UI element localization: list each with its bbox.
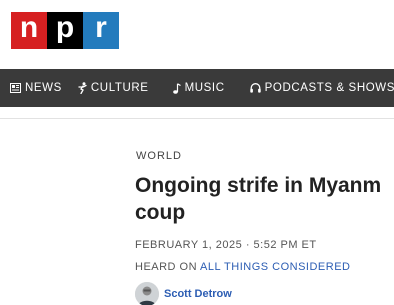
author-avatar[interactable] bbox=[135, 282, 159, 305]
heard-on-label: HEARD ON bbox=[135, 261, 198, 273]
logo-letter-p: p bbox=[47, 12, 83, 49]
article-headline: Ongoing strife in Myanm coup bbox=[135, 172, 394, 226]
heard-on: HEARD ON ALL THINGS CONSIDERED bbox=[135, 261, 351, 273]
main-nav: NEWS CULTURE MUSIC PODCASTS & SHOWS bbox=[0, 69, 394, 107]
music-icon bbox=[172, 82, 181, 94]
author-name[interactable]: Scott Detrow bbox=[164, 288, 232, 300]
header-divider bbox=[0, 118, 394, 119]
news-icon bbox=[10, 83, 21, 93]
person-icon bbox=[135, 282, 159, 305]
nav-item-news[interactable]: NEWS bbox=[0, 69, 64, 107]
nav-item-culture[interactable]: CULTURE bbox=[64, 69, 151, 107]
culture-icon bbox=[78, 82, 87, 94]
headphones-icon bbox=[249, 83, 261, 93]
nav-item-podcasts[interactable]: PODCASTS & SHOWS bbox=[227, 69, 394, 107]
nav-label-culture: CULTURE bbox=[90, 82, 149, 94]
headline-line-1: Ongoing strife in Myanm bbox=[135, 174, 382, 197]
headline-line-2: coup bbox=[135, 201, 186, 224]
nav-label-news: NEWS bbox=[25, 82, 62, 94]
byline: Scott Detrow bbox=[135, 282, 232, 305]
logo-letter-r: r bbox=[83, 12, 119, 49]
npr-logo[interactable]: n p r bbox=[11, 12, 119, 49]
nav-label-music: MUSIC bbox=[184, 82, 225, 94]
logo-letter-n: n bbox=[11, 12, 47, 49]
publish-date: FEBRUARY 1, 2025 · 5:52 PM ET bbox=[135, 239, 317, 251]
section-label[interactable]: WORLD bbox=[136, 150, 182, 162]
nav-item-music[interactable]: MUSIC bbox=[151, 69, 227, 107]
nav-label-podcasts: PODCASTS & SHOWS bbox=[264, 82, 394, 94]
show-link[interactable]: ALL THINGS CONSIDERED bbox=[200, 261, 350, 273]
